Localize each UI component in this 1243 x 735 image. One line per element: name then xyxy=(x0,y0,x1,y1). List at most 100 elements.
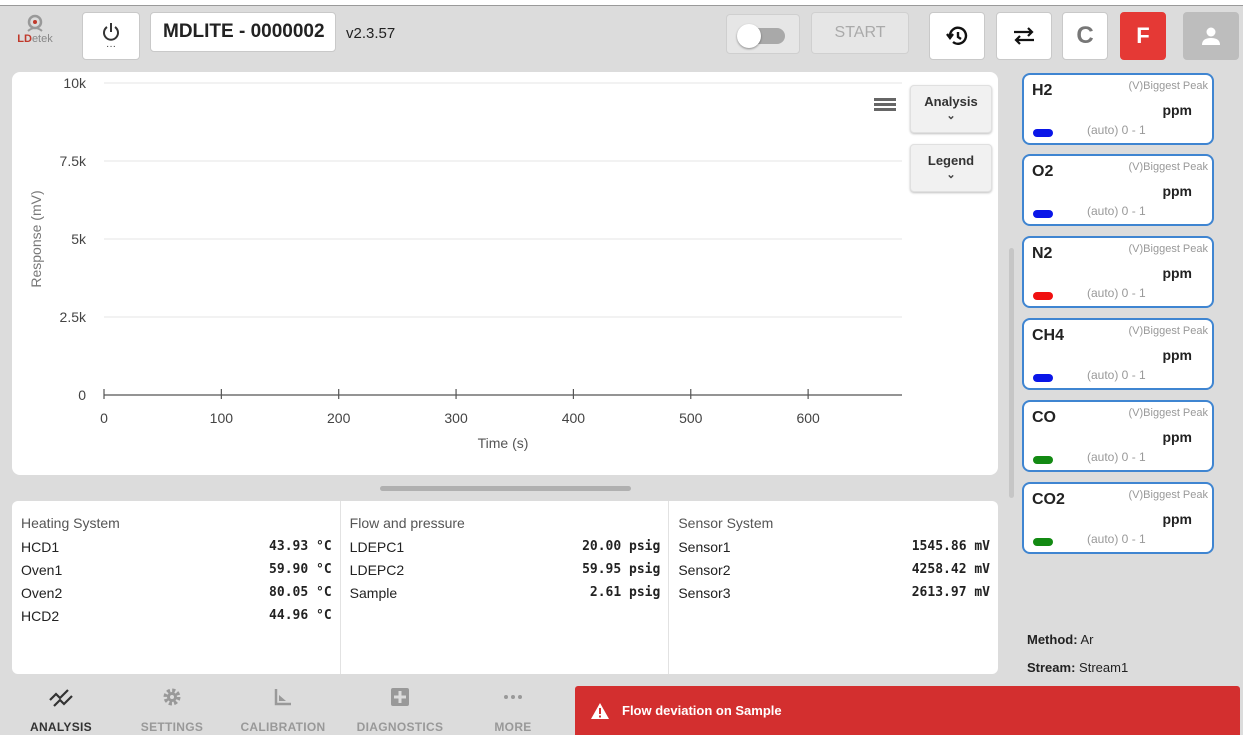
gear-icon xyxy=(127,684,217,710)
status-value: 43.93 °C xyxy=(269,539,332,554)
logo: LDetek xyxy=(10,13,60,59)
x-tick-label: 100 xyxy=(210,410,234,426)
stream-label: Stream: xyxy=(1027,660,1076,675)
device-name[interactable]: MDLITE - 0000002 xyxy=(150,12,336,52)
gas-name: CH4 xyxy=(1032,327,1065,344)
status-label: Sensor1 xyxy=(678,539,731,555)
analysis-dropdown-button[interactable]: Analysis ⌄ xyxy=(910,85,992,133)
x-axis-label: Time (s) xyxy=(478,435,529,451)
swap-button[interactable] xyxy=(996,12,1052,60)
y-tick-label: 0 xyxy=(78,387,86,403)
gas-color-swatch xyxy=(1033,292,1053,300)
status-value: 20.00 psig xyxy=(582,539,661,554)
start-button[interactable]: START xyxy=(811,12,909,54)
status-value: 44.96 °C xyxy=(269,608,332,623)
gas-unit: ppm xyxy=(1162,511,1192,527)
status-row: Sensor3 2613.97 mV xyxy=(678,585,990,608)
gas-card-ch4[interactable]: CH4 (V)Biggest Peak ppm (auto) 0 - 1 xyxy=(1022,318,1214,390)
status-label: Sample xyxy=(349,585,398,601)
heating-system-panel: Heating System HCD1 43.93 °C Oven1 59.90 °… xyxy=(12,501,341,674)
gas-peak-mode: (V)Biggest Peak xyxy=(1128,407,1208,419)
vertical-scrollbar[interactable] xyxy=(1009,248,1014,498)
gas-card-o2[interactable]: O2 (V)Biggest Peak ppm (auto) 0 - 1 xyxy=(1022,154,1214,226)
gas-range: (auto) 0 - 1 xyxy=(1087,123,1146,137)
x-tick-label: 300 xyxy=(444,410,468,426)
status-label: Sensor2 xyxy=(678,562,731,578)
status-row: HCD2 44.96 °C xyxy=(21,608,332,631)
stream-value: Stream1 xyxy=(1079,660,1129,675)
analysis-label: Analysis xyxy=(924,94,978,109)
power-button[interactable]: ··· xyxy=(82,12,140,60)
nav-analysis[interactable]: ANALYSIS xyxy=(16,680,106,734)
gas-peak-mode: (V)Biggest Peak xyxy=(1128,325,1208,337)
x-tick-label: 500 xyxy=(679,410,703,426)
gas-range: (auto) 0 - 1 xyxy=(1087,368,1146,382)
status-row: LDEPC1 20.00 psig xyxy=(350,539,661,562)
y-tick-label: 7.5k xyxy=(60,153,87,169)
method-value: Ar xyxy=(1080,632,1094,647)
status-value: 1545.86 mV xyxy=(911,539,991,554)
status-panel: Heating System HCD1 43.93 °C Oven1 59.90 °… xyxy=(12,501,998,674)
alert-banner[interactable]: Flow deviation on Sample xyxy=(575,686,1240,735)
gas-card-h2[interactable]: H2 (V)Biggest Peak ppm (auto) 0 - 1 xyxy=(1022,73,1214,145)
swap-arrows-icon xyxy=(1014,27,1034,45)
method-label: Method: xyxy=(1027,632,1078,647)
nav-calibration[interactable]: CALIBRATION xyxy=(238,680,328,734)
gas-name: CO2 xyxy=(1032,491,1065,508)
f-button[interactable]: F xyxy=(1120,12,1166,60)
header: LDetek ··· MDLITE - 0000002 v2.3.57 STAR… xyxy=(0,7,1243,67)
gas-card-co2[interactable]: CO2 (V)Biggest Peak ppm (auto) 0 - 1 xyxy=(1022,482,1214,554)
y-tick-label: 10k xyxy=(63,75,87,91)
gas-name: CO xyxy=(1032,409,1056,426)
horizontal-splitter-handle[interactable] xyxy=(380,486,631,491)
status-row: HCD1 43.93 °C xyxy=(21,539,332,562)
gas-color-swatch xyxy=(1033,538,1053,546)
history-button[interactable] xyxy=(929,12,985,60)
status-value: 59.95 psig xyxy=(582,562,661,577)
status-label: Oven1 xyxy=(21,562,63,578)
gas-unit: ppm xyxy=(1162,102,1192,118)
legend-dropdown-button[interactable]: Legend ⌄ xyxy=(910,144,992,192)
alert-message: Flow deviation on Sample xyxy=(622,703,782,718)
power-icon xyxy=(103,23,119,41)
status-value: 2.61 psig xyxy=(589,585,661,600)
nav-label: ANALYSIS xyxy=(30,720,92,734)
nav-label: DIAGNOSTICS xyxy=(356,720,444,734)
status-label: HCD1 xyxy=(21,539,60,555)
status-value: 2613.97 mV xyxy=(911,585,991,600)
status-title: Flow and pressure xyxy=(349,515,465,531)
method-info: Method: Ar xyxy=(1027,632,1093,647)
gas-peak-mode: (V)Biggest Peak xyxy=(1128,80,1208,92)
x-tick-label: 400 xyxy=(562,410,586,426)
legend-label: Legend xyxy=(927,153,975,168)
gas-range: (auto) 0 - 1 xyxy=(1087,286,1146,300)
y-tick-label: 5k xyxy=(71,231,87,247)
nav-settings[interactable]: SETTINGS xyxy=(127,680,217,734)
history-icon xyxy=(946,26,968,45)
chart-panel: 0 2.5k 5k 7.5k 10k 0 100 200 300 400 500 600 Time (s… xyxy=(12,72,998,475)
status-row: Oven1 59.90 °C xyxy=(21,562,332,585)
x-tick-label: 200 xyxy=(327,410,351,426)
status-row: Sensor2 4258.42 mV xyxy=(678,562,990,585)
user-button[interactable] xyxy=(1183,12,1239,60)
logo-text: LDetek xyxy=(17,33,53,45)
gas-peak-mode: (V)Biggest Peak xyxy=(1128,243,1208,255)
gas-range: (auto) 0 - 1 xyxy=(1087,450,1146,464)
gas-card-n2[interactable]: N2 (V)Biggest Peak ppm (auto) 0 - 1 xyxy=(1022,236,1214,308)
status-label: LDEPC2 xyxy=(349,562,405,578)
hamburger-menu-icon[interactable] xyxy=(874,95,896,113)
c-button[interactable]: C xyxy=(1062,12,1108,60)
nav-more[interactable]: MORE xyxy=(468,680,558,734)
more-dots-icon: ··· xyxy=(106,41,116,52)
user-icon xyxy=(1202,27,1220,45)
nav-diagnostics[interactable]: DIAGNOSTICS xyxy=(355,680,445,734)
gas-card-co[interactable]: CO (V)Biggest Peak ppm (auto) 0 - 1 xyxy=(1022,400,1214,472)
status-value: 4258.42 mV xyxy=(911,562,991,577)
run-toggle[interactable] xyxy=(726,14,800,54)
gas-unit: ppm xyxy=(1162,265,1192,281)
warning-icon xyxy=(590,702,610,720)
status-label: HCD2 xyxy=(21,608,60,624)
gas-range: (auto) 0 - 1 xyxy=(1087,204,1146,218)
gas-peak-mode: (V)Biggest Peak xyxy=(1128,489,1208,501)
status-value: 59.90 °C xyxy=(269,562,332,577)
